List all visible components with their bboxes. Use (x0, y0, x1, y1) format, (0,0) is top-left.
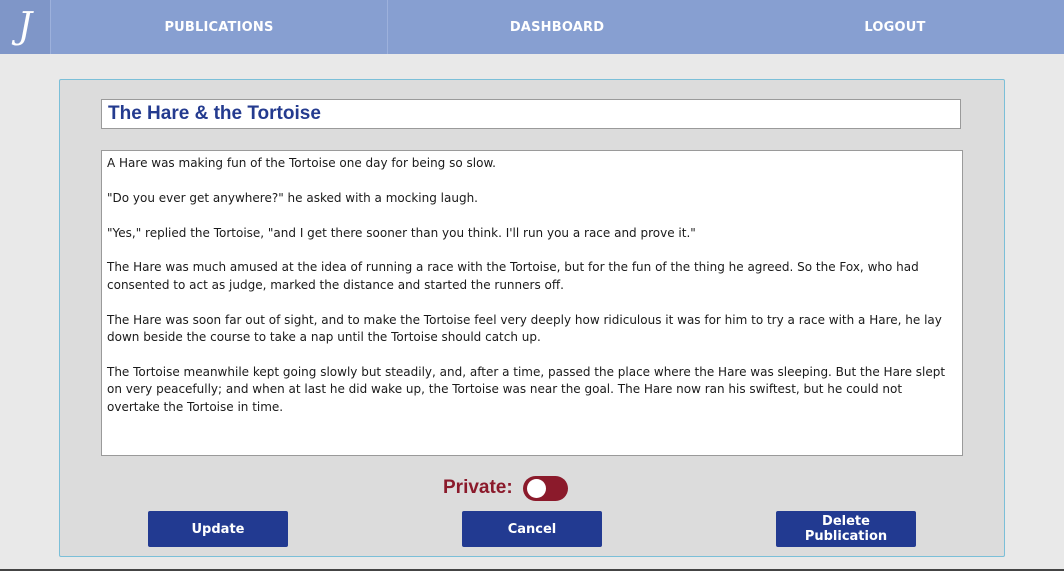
update-button[interactable]: Update (148, 511, 288, 547)
app-logo[interactable]: J (0, 0, 51, 54)
cancel-button[interactable]: Cancel (462, 511, 602, 547)
content-textarea[interactable]: A Hare was making fun of the Tortoise on… (101, 150, 963, 456)
nav-dashboard[interactable]: DASHBOARD (388, 0, 726, 54)
delete-publication-button[interactable]: Delete Publication (776, 511, 916, 547)
title-input-value: The Hare & the Tortoise (108, 103, 321, 124)
logo-letter: J (17, 6, 33, 47)
content-paragraph: The Tortoise meanwhile kept going slowly… (107, 364, 946, 414)
private-label: Private: (443, 477, 513, 498)
content-paragraph: A Hare was making fun of the Tortoise on… (107, 156, 496, 170)
content-paragraph: "Do you ever get anywhere?" he asked wit… (107, 190, 478, 205)
toggle-knob (526, 478, 546, 498)
nav-publications[interactable]: PUBLICATIONS (51, 0, 388, 54)
content-paragraph: The Hare was soon far out of sight, and … (107, 312, 942, 344)
private-toggle[interactable] (522, 475, 568, 501)
content-paragraph: "Yes," replied the Tortoise, "and I get … (107, 225, 696, 240)
title-input[interactable]: The Hare & the Tortoise (101, 99, 961, 129)
nav-logout[interactable]: LOGOUT (726, 0, 1064, 54)
top-nav: J PUBLICATIONS DASHBOARD LOGOUT (0, 0, 1064, 54)
edit-publication-card: The Hare & the Tortoise A Hare was makin… (59, 79, 1005, 557)
private-setting: Private: (443, 474, 568, 502)
content-paragraph: The Hare was much amused at the idea of … (107, 260, 919, 292)
